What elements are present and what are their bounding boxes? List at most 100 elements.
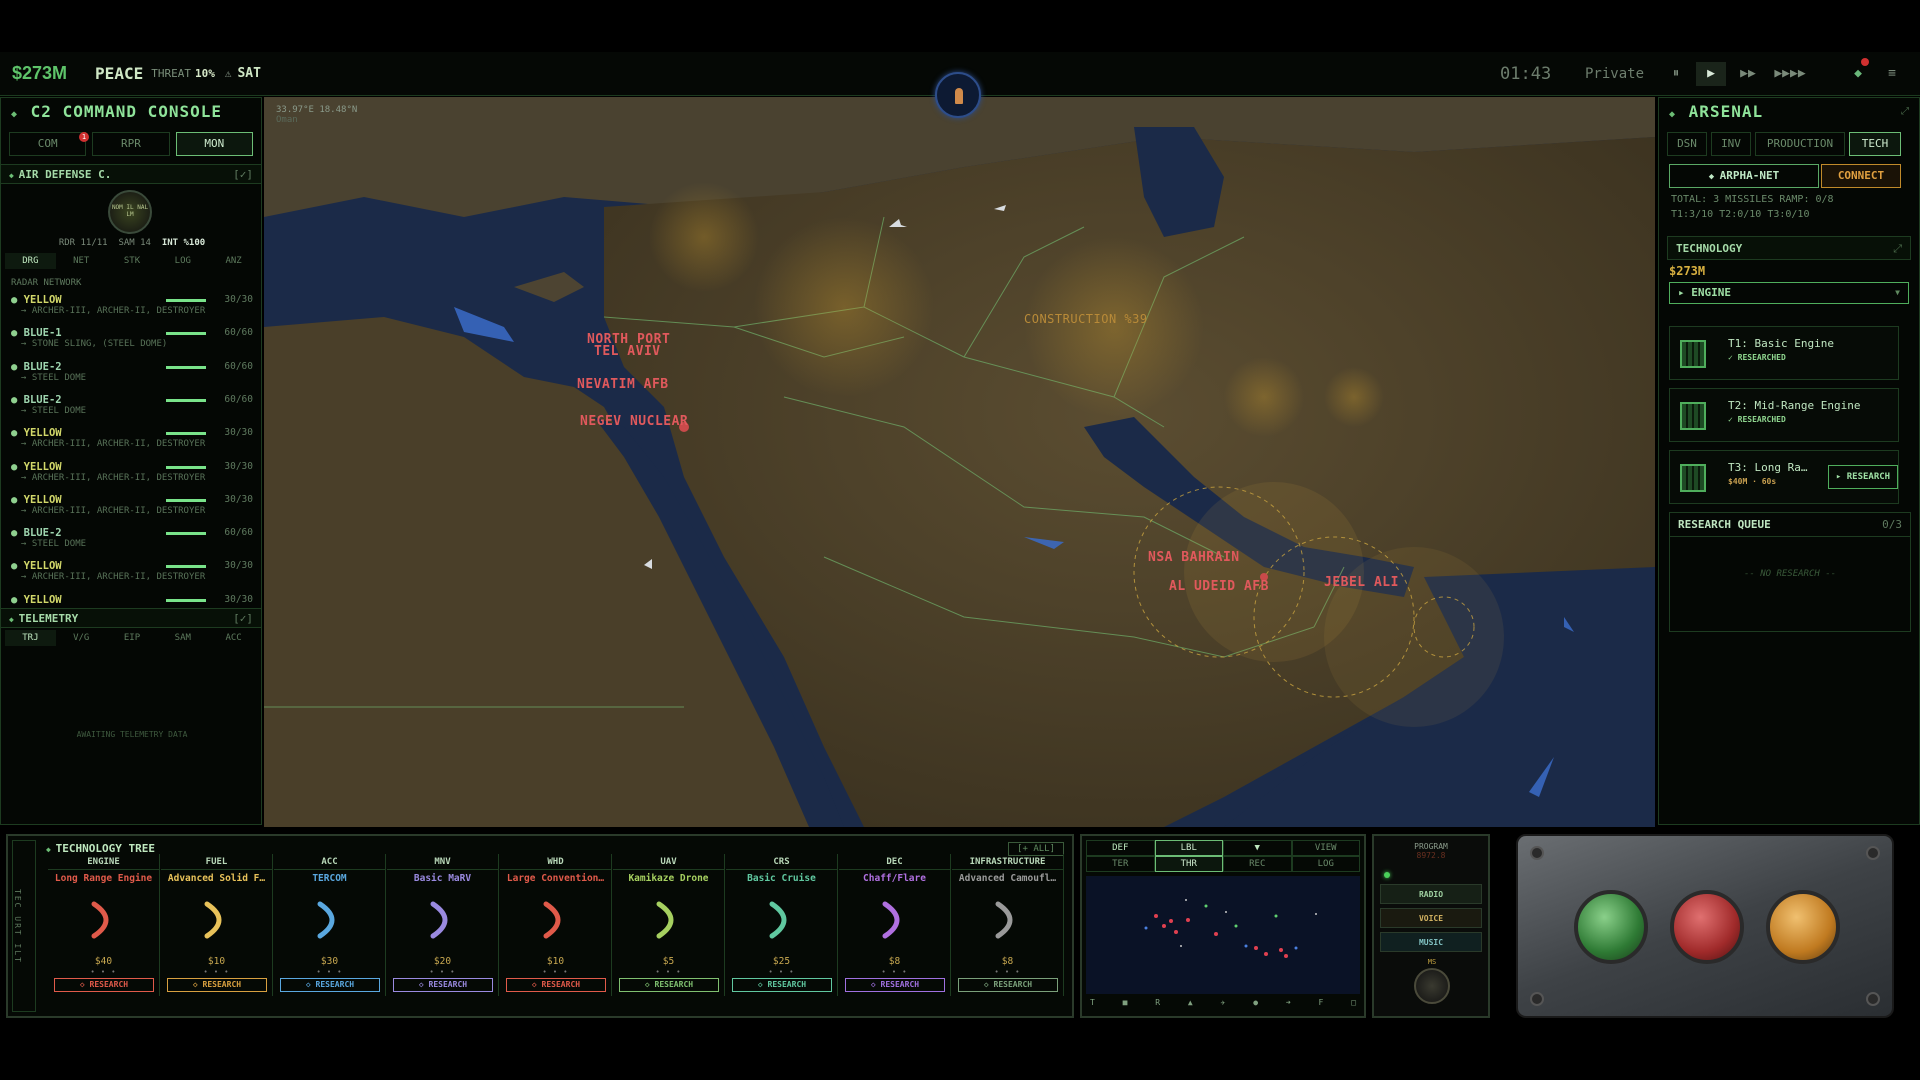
radar-item[interactable]: ● YELLOW 30/30 → ARCHER-III, ARCHER-II, DE… [11,294,253,316]
tech-name[interactable]: Chaff/Flare [839,873,950,884]
tab-mon[interactable]: MON [175,132,253,156]
radar-item[interactable]: ● YELLOW 30/30 → ARCHER-III, ARCHER-II, DE… [11,494,253,516]
minimap-tab-view[interactable]: VIEW [1291,840,1360,856]
tech-name[interactable]: Basic Cruise [726,873,837,884]
subtab-net[interactable]: NET [56,253,107,269]
legend-item[interactable]: □ [1351,998,1356,1007]
radar-item[interactable]: ● BLUE-2 60/60 → STEEL DOME [11,361,253,383]
research-button[interactable]: ◇ RESEARCH [54,978,154,992]
legend-item[interactable]: ● [1253,998,1258,1007]
minimap-tab-thr[interactable]: THR [1154,856,1223,872]
tab-rpr[interactable]: RPR [92,132,170,156]
fastest-forward-icon[interactable]: ▶▶▶▶ [1770,62,1810,86]
research-t3-button[interactable]: ▸ RESEARCH [1828,465,1898,489]
subtab-log[interactable]: LOG [157,253,208,269]
minimap-tab-lbl[interactable]: LBL [1154,840,1223,856]
map-label-al-udeid-afb[interactable]: AL UDEID AFB [1169,579,1269,594]
tech-item-t3[interactable]: T3: Long Ra… $40M · 60s ▸ RESEARCH [1669,450,1899,504]
pause-icon[interactable]: ⏸ [1665,62,1687,86]
voice-button[interactable]: VOICE [1380,908,1482,928]
subtab-drg[interactable]: DRG [5,253,56,269]
tab-com[interactable]: COM [9,132,87,156]
map-label-nsa-bahrain[interactable]: NSA BAHRAIN [1148,550,1240,565]
tech-item-t2[interactable]: T2: Mid-Range Engine ✓ RESEARCHED [1669,388,1899,442]
research-button[interactable]: ◇ RESEARCH [167,978,267,992]
map-label-negev-nuclear[interactable]: NEGEV NUCLEAR [580,414,688,429]
tab-production[interactable]: PRODUCTION [1755,132,1845,156]
engine-category-select[interactable]: ▸ ENGINE ▼ [1669,282,1909,304]
expand-icon[interactable]: ⤢ [1901,98,1909,126]
research-button[interactable]: ◇ RESEARCH [958,978,1058,992]
fast-forward-icon[interactable]: ▶▶ [1733,62,1763,86]
compass-emblem[interactable] [935,72,981,118]
music-button[interactable]: MUSIC [1380,932,1482,952]
play-icon[interactable]: ▶ [1696,62,1726,86]
air-defense-toggle[interactable]: [✓] [233,165,253,185]
radar-item[interactable]: ● BLUE-1 60/60 → STONE SLING, (STEEL DOME) [11,327,253,349]
map-label-nevatim-afb[interactable]: NEVATIM AFB [577,377,669,392]
telemetry-tab-acc[interactable]: ACC [208,630,259,646]
legend-item[interactable]: T [1090,998,1095,1007]
radar-item[interactable]: ● YELLOW 30/30 → ARCHER-III, ARCHER-II, DE… [11,427,253,449]
tab-tech[interactable]: TECH [1849,132,1901,156]
radar-notification-icon[interactable]: ◆ [1848,58,1869,86]
map-label-tel-aviv[interactable]: TEL AVIV [594,344,661,359]
air-defense-header[interactable]: ◆ AIR DEFENSE C. [✓] [1,164,261,184]
research-button[interactable]: ◇ RESEARCH [845,978,945,992]
tech-tree-side-tab[interactable]: TEC URT ILT [12,840,36,1012]
minimap-view[interactable] [1086,876,1360,994]
telemetry-tab-eip[interactable]: EIP [107,630,158,646]
connect-button[interactable]: CONNECT [1821,164,1901,188]
strategic-map[interactable]: 33.97°E 18.48°N Oman NORTH PORT TEL AVIV … [264,97,1655,827]
research-button[interactable]: ◇ RESEARCH [506,978,606,992]
telemetry-tab-vg[interactable]: V/G [56,630,107,646]
red-button[interactable] [1670,890,1744,964]
map-label-jebel-ali[interactable]: JEBEL ALI [1324,575,1399,590]
legend-item[interactable]: ■ [1123,998,1128,1007]
telemetry-tab-sam[interactable]: SAM [157,630,208,646]
tech-name[interactable]: Advanced Camoufl… [952,873,1063,884]
telemetry-header[interactable]: ◆ TELEMETRY [✓] [1,608,261,628]
radio-button[interactable]: RADIO [1380,884,1482,904]
radar-item[interactable]: ● YELLOW 30/30 [11,594,253,606]
legend-item[interactable]: ▲ [1188,998,1193,1007]
orange-button[interactable] [1766,890,1840,964]
radar-item[interactable]: ● YELLOW 30/30 → ARCHER-III, ARCHER-II, DE… [11,461,253,483]
tech-column-fuel: FUEL Advanced Solid F… $10 • • • ◇ RESEARCH [161,854,273,996]
research-button[interactable]: ◇ RESEARCH [619,978,719,992]
tab-inv[interactable]: INV [1711,132,1751,156]
tech-name[interactable]: Large Convention… [500,873,611,884]
map-label-construction[interactable]: CONSTRUCTION %39 [1024,312,1148,326]
legend-item[interactable]: F [1318,998,1323,1007]
tech-name[interactable]: Kamikaze Drone [613,873,724,884]
minimap-filter-dropdown[interactable]: ▼ [1223,840,1292,856]
hamburger-menu-icon[interactable]: ≡ [1882,62,1902,86]
subtab-anz[interactable]: ANZ [208,253,259,269]
subtab-stk[interactable]: STK [107,253,158,269]
green-button[interactable] [1574,890,1648,964]
legend-item[interactable]: R [1155,998,1160,1007]
tab-dsn[interactable]: DSN [1667,132,1707,156]
radar-item[interactable]: ● BLUE-2 60/60 → STEEL DOME [11,394,253,416]
minimap-tab-ter[interactable]: TER [1086,856,1155,872]
research-button[interactable]: ◇ RESEARCH [280,978,380,992]
minimap-tab-rec[interactable]: REC [1223,856,1292,872]
minimap-tab-def[interactable]: DEF [1086,840,1155,856]
volume-dial[interactable]: MS [1414,958,1450,1004]
tech-item-t1[interactable]: T1: Basic Engine ✓ RESEARCHED [1669,326,1899,380]
telemetry-tab-trj[interactable]: TRJ [5,630,56,646]
radar-item[interactable]: ● BLUE-2 60/60 → STEEL DOME [11,527,253,549]
tech-name[interactable]: Basic MaRV [387,873,498,884]
research-button[interactable]: ◇ RESEARCH [732,978,832,992]
expand-icon[interactable]: ⤢ [1893,237,1902,261]
legend-item[interactable]: ✈ [1221,998,1226,1007]
tech-name[interactable]: TERCOM [274,873,385,884]
legend-item[interactable]: ➜ [1286,998,1291,1007]
research-button[interactable]: ◇ RESEARCH [393,978,493,992]
tech-name[interactable]: Long Range Engine [48,873,159,884]
tech-name[interactable]: Advanced Solid F… [161,873,272,884]
telemetry-toggle[interactable]: [✓] [233,609,253,629]
radar-item[interactable]: ● YELLOW 30/30 → ARCHER-III, ARCHER-II, DE… [11,560,253,582]
minimap-tab-log[interactable]: LOG [1291,856,1360,872]
arpha-net-button[interactable]: ◆ ARPHA-NET [1669,164,1819,188]
